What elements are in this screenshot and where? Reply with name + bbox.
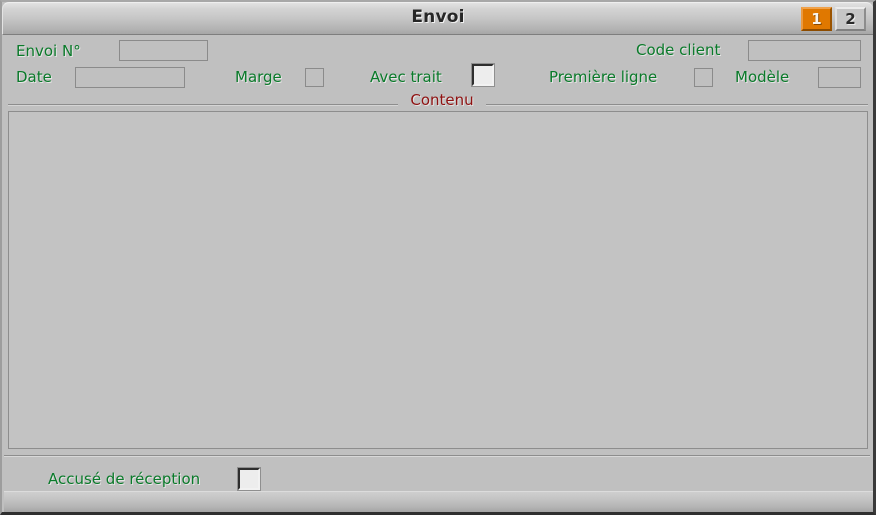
avec-trait-label: Avec trait — [370, 68, 442, 86]
tab-bar: 1 2 — [801, 7, 866, 31]
tab-2[interactable]: 2 — [835, 7, 866, 31]
contenu-group-title: Contenu — [410, 91, 474, 109]
code-client-label: Code client — [636, 41, 721, 59]
modele-input[interactable] — [818, 67, 861, 88]
envoi-numero-label: Envoi N° — [16, 42, 81, 60]
contenu-group-header: Contenu — [8, 91, 868, 111]
contenu-textarea[interactable] — [8, 111, 868, 449]
group-divider-left — [8, 104, 398, 106]
code-client-input[interactable] — [748, 40, 861, 61]
form-body: Envoi N° Code client Date Marge Avec tra… — [2, 35, 873, 513]
marge-checkbox[interactable] — [305, 68, 324, 87]
marge-label: Marge — [235, 68, 282, 86]
accuse-reception-label: Accusé de réception — [48, 470, 201, 488]
accuse-reception-checkbox[interactable] — [238, 468, 260, 490]
group-divider-right — [486, 104, 868, 106]
premiere-ligne-checkbox[interactable] — [694, 68, 713, 87]
date-label: Date — [16, 68, 52, 86]
status-bar — [4, 491, 873, 512]
avec-trait-checkbox[interactable] — [472, 64, 494, 86]
window-title: Envoi — [411, 7, 465, 27]
premiere-ligne-label: Première ligne — [549, 68, 658, 86]
title-bar: Envoi 1 2 — [2, 2, 873, 35]
date-input[interactable] — [75, 67, 185, 88]
tab-1[interactable]: 1 — [801, 7, 832, 31]
modele-label: Modèle — [735, 68, 790, 86]
footer-divider — [4, 455, 870, 457]
envoi-numero-input[interactable] — [119, 40, 208, 61]
envoi-window: Envoi 1 2 Envoi N° Code client Date Marg… — [0, 0, 876, 515]
